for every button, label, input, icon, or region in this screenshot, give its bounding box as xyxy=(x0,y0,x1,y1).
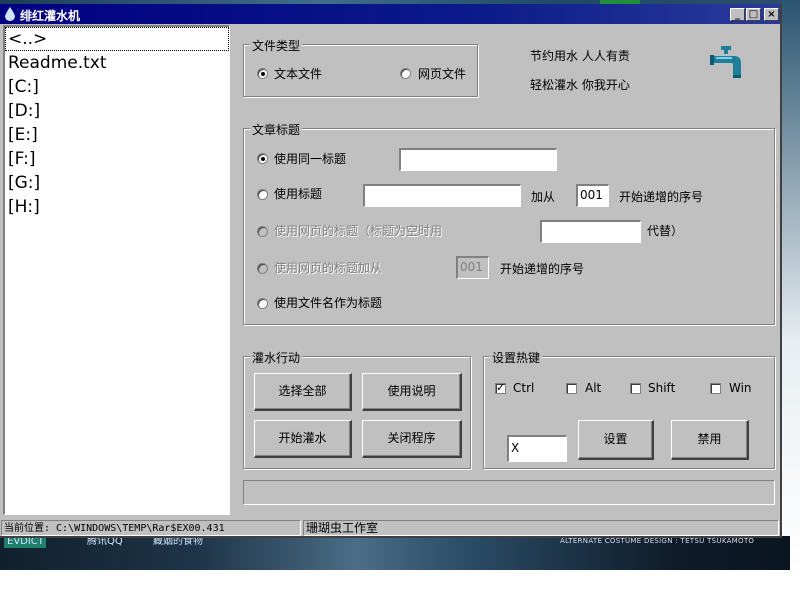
status-bar: 当前位置: C:\WINDOWS\TEMP\Rar$EX00.431 珊瑚虫工作… xyxy=(0,518,780,537)
minimize-button[interactable]: _ xyxy=(730,8,745,21)
file-list-item-drive-d[interactable]: [D:] xyxy=(5,99,229,123)
select-all-button[interactable]: 选择全部 xyxy=(254,373,352,411)
instructions-button[interactable]: 使用说明 xyxy=(362,373,462,411)
posting-actions-group-title: 灌水行动 xyxy=(250,349,303,366)
same-title-input[interactable] xyxy=(399,148,557,171)
file-list-item-drive-f[interactable]: [F:] xyxy=(5,147,229,171)
file-list-item-drive-g[interactable]: [G:] xyxy=(5,171,229,195)
slogan-save-water: 节约用水 人人有责 xyxy=(530,49,630,63)
disable-hotkey-button[interactable]: 禁用 xyxy=(671,420,749,460)
radio-web-title-add-label[interactable]: 使用网页的标题加从 xyxy=(274,259,382,276)
close-window-button[interactable]: × xyxy=(764,8,779,21)
radio-web-title-label[interactable]: 使用网页的标题（标题为空时用 xyxy=(274,222,442,239)
desktop-wallpaper-right xyxy=(782,0,800,570)
file-list-item-drive-h[interactable]: [H:] xyxy=(5,195,229,219)
progress-bar xyxy=(243,480,775,505)
set-hotkey-button[interactable]: 设置 xyxy=(578,420,654,460)
win-checkbox-label[interactable]: Win xyxy=(729,381,752,395)
wallpaper-credit: ALTERNATE COSTUME DESIGN : TETSU TSUKAMO… xyxy=(560,537,755,545)
radio-same-title-label[interactable]: 使用同一标题 xyxy=(274,150,346,167)
close-program-button[interactable]: 关闭程序 xyxy=(362,420,462,458)
radio-same-title[interactable] xyxy=(257,153,268,164)
add-from-label: 加从 xyxy=(531,190,556,204)
radio-filename-title-label[interactable]: 使用文件名作为标题 xyxy=(274,294,382,311)
shift-checkbox-label[interactable]: Shift xyxy=(648,381,675,395)
use-title-input[interactable] xyxy=(363,184,521,207)
sequence-suffix-label: 开始递增的序号 xyxy=(619,190,704,204)
maximize-button[interactable]: □ xyxy=(746,8,761,21)
posting-actions-group: 灌水行动 选择全部 使用说明 开始灌水 关闭程序 xyxy=(243,349,471,469)
slogan-easy-posting: 轻松灌水 你我开心 xyxy=(530,78,630,92)
radio-web-file[interactable] xyxy=(400,68,411,79)
win-checkbox[interactable] xyxy=(710,383,721,394)
radio-web-title[interactable] xyxy=(257,226,268,237)
current-location-status: 当前位置: C:\WINDOWS\TEMP\Rar$EX00.431 xyxy=(1,520,301,536)
radio-use-title-label[interactable]: 使用标题 xyxy=(274,185,322,202)
web-title-suffix-label: 代替） xyxy=(647,224,684,238)
water-drop-icon xyxy=(5,7,15,21)
studio-name-status: 珊瑚虫工作室 xyxy=(303,520,779,536)
ctrl-checkbox[interactable] xyxy=(495,381,506,394)
sequence-start-input[interactable]: 001 xyxy=(576,184,609,207)
file-list[interactable]: <..> Readme.txt [C:] [D:] [E:] [F:] [G:]… xyxy=(3,25,230,515)
radio-web-file-label[interactable]: 网页文件 xyxy=(418,65,466,82)
file-list-item-readme[interactable]: Readme.txt xyxy=(5,51,229,75)
article-title-group: 文章标题 使用同一标题 使用标题 加从 001 开始递增的序号 使用网页的标题（… xyxy=(243,121,775,325)
alt-checkbox[interactable] xyxy=(566,383,577,394)
web-title-fallback-input[interactable] xyxy=(540,220,641,243)
article-title-group-title: 文章标题 xyxy=(250,121,303,138)
radio-web-title-add[interactable] xyxy=(257,263,268,274)
window-title: 绯红灌水机 xyxy=(20,9,81,23)
web-sequence-suffix-label: 开始递增的序号 xyxy=(500,262,585,276)
app-window: 绯红灌水机 _ □ × <..> Readme.txt [C:] [D:] [E… xyxy=(0,4,782,538)
file-type-group: 文件类型 文本文件 网页文件 xyxy=(243,37,478,97)
file-type-group-title: 文件类型 xyxy=(250,37,303,54)
file-list-item-parent[interactable]: <..> xyxy=(5,27,229,51)
web-sequence-start-input[interactable]: 001 xyxy=(456,256,489,279)
water-faucet-icon xyxy=(710,46,741,78)
radio-text-file-label[interactable]: 文本文件 xyxy=(274,65,322,82)
shift-checkbox[interactable] xyxy=(630,383,641,394)
hotkey-key-input[interactable]: X xyxy=(507,435,567,462)
file-list-item-drive-c[interactable]: [C:] xyxy=(5,75,229,99)
radio-filename-title[interactable] xyxy=(257,298,268,309)
title-bar[interactable]: 绯红灌水机 _ □ × xyxy=(0,4,780,24)
radio-use-title[interactable] xyxy=(257,189,268,200)
hotkey-group-title: 设置热键 xyxy=(490,349,543,366)
start-posting-button[interactable]: 开始灌水 xyxy=(254,420,352,458)
alt-checkbox-label[interactable]: Alt xyxy=(585,381,601,395)
file-list-item-drive-e[interactable]: [E:] xyxy=(5,123,229,147)
radio-text-file[interactable] xyxy=(257,68,268,79)
hotkey-group: 设置热键 Ctrl Alt Shift Win X 设置 禁用 xyxy=(483,349,775,469)
ctrl-checkbox-label[interactable]: Ctrl xyxy=(513,381,534,395)
